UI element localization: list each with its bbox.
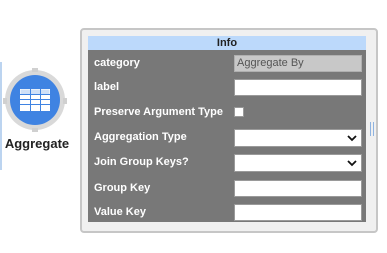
info-panel-title: Info [88, 36, 366, 50]
row-label-field: label [88, 78, 366, 98]
row-label: Join Group Keys? [94, 156, 189, 168]
row-aggregation-type: Aggregation Type [88, 128, 366, 148]
label-input[interactable] [234, 79, 362, 96]
selection-edge [0, 62, 2, 170]
info-panel: Info category Aggregate By label Preserv… [80, 28, 378, 233]
row-group-key: Group Key [88, 179, 366, 199]
chevron-down-icon [347, 135, 357, 142]
node-body[interactable] [10, 75, 60, 125]
aggregate-node[interactable] [3, 68, 67, 132]
row-label: Aggregation Type [94, 131, 187, 143]
node-label: Aggregate [4, 136, 70, 151]
join-group-keys-select[interactable] [234, 154, 362, 172]
row-label: category [94, 57, 140, 69]
diagram-canvas[interactable]: Aggregate Info category Aggregate By lab… [0, 0, 387, 253]
category-field: Aggregate By [234, 55, 362, 72]
aggregation-type-select[interactable] [234, 129, 362, 147]
row-category: category Aggregate By [88, 54, 366, 74]
row-preserve-argument-type: Preserve Argument Type [88, 103, 366, 123]
info-panel-body: Info category Aggregate By label Preserv… [88, 36, 366, 222]
row-value-key: Value Key [88, 203, 366, 223]
chevron-down-icon [347, 160, 357, 167]
row-label: label [94, 81, 120, 93]
value-key-input[interactable] [234, 204, 362, 221]
row-join-group-keys: Join Group Keys? [88, 153, 366, 173]
row-label: Preserve Argument Type [94, 106, 223, 118]
panel-resize-handle[interactable] [370, 122, 376, 136]
table-icon [20, 89, 50, 111]
group-key-input[interactable] [234, 180, 362, 197]
row-label: Group Key [94, 182, 151, 194]
row-label: Value Key [94, 206, 146, 218]
preserve-argument-type-checkbox[interactable] [234, 107, 244, 117]
